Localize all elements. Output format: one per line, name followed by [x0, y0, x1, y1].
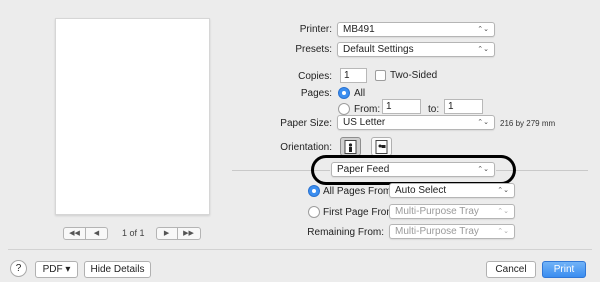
presets-value: Default Settings — [343, 44, 414, 55]
pages-to-label: to: — [428, 104, 440, 115]
last-page-icon: ▶▶ — [183, 229, 194, 237]
landscape-icon — [375, 139, 388, 154]
copies-label: Copies: — [298, 71, 332, 82]
section-separator-inner-right — [496, 170, 506, 171]
pdf-menu-button[interactable]: PDF ▾ — [35, 261, 78, 278]
previous-page-button[interactable]: ◀ — [86, 226, 108, 240]
first-page-button[interactable]: ◀◀ — [63, 226, 86, 240]
all-pages-from-popup[interactable]: Auto Select ⌃⌄ — [389, 183, 515, 198]
popup-arrows-icon: ⌃⌄ — [477, 118, 489, 126]
bottom-separator — [8, 249, 592, 250]
presets-label: Presets: — [295, 44, 332, 55]
orientation-label: Orientation: — [280, 142, 332, 153]
popup-arrows-icon: ⌃⌄ — [497, 207, 509, 215]
hide-details-button[interactable]: Hide Details — [84, 261, 151, 278]
popup-arrows-icon: ⌃⌄ — [477, 165, 489, 173]
first-page-from-label: First Page From: — [323, 207, 398, 218]
section-separator-inner-left — [318, 170, 330, 171]
popup-arrows-icon: ⌃⌄ — [497, 227, 509, 235]
copies-field[interactable]: 1 — [340, 68, 367, 83]
pages-from-field[interactable]: 1 — [382, 99, 421, 114]
portrait-icon — [344, 139, 357, 154]
two-sided-checkbox[interactable] — [375, 70, 386, 81]
printer-popup[interactable]: MB491 ⌃⌄ — [337, 22, 495, 37]
printer-value: MB491 — [343, 24, 375, 35]
landscape-button[interactable] — [371, 137, 392, 156]
section-separator-left — [232, 170, 318, 171]
printer-label: Printer: — [299, 24, 332, 35]
presets-popup[interactable]: Default Settings ⌃⌄ — [337, 42, 495, 57]
popup-arrows-icon: ⌃⌄ — [497, 186, 509, 194]
first-page-from-value: Multi-Purpose Tray — [395, 206, 479, 217]
popup-arrows-icon: ⌃⌄ — [477, 25, 489, 33]
pages-from-label: From: — [354, 104, 381, 115]
paper-size-popup[interactable]: US Letter ⌃⌄ — [337, 115, 495, 130]
cancel-button[interactable]: Cancel — [486, 261, 536, 278]
help-icon: ? — [15, 263, 22, 274]
first-page-from-popup[interactable]: Multi-Purpose Tray ⌃⌄ — [389, 204, 515, 219]
remaining-from-label: Remaining From: — [307, 227, 384, 238]
print-button[interactable]: Print — [542, 261, 586, 278]
remaining-from-value: Multi-Purpose Tray — [395, 226, 479, 237]
page-indicator: 1 of 1 — [122, 228, 145, 238]
pages-label: Pages: — [300, 88, 332, 99]
pages-all-label: All — [354, 88, 366, 99]
all-pages-from-label: All Pages From: — [323, 186, 395, 197]
pages-from-radio[interactable] — [338, 103, 350, 115]
all-pages-from-value: Auto Select — [395, 185, 447, 196]
previous-page-icon: ◀ — [93, 229, 100, 237]
section-popup[interactable]: Paper Feed ⌃⌄ — [331, 162, 495, 177]
first-page-icon: ◀◀ — [69, 229, 80, 237]
paper-dimensions: 216 by 279 mm — [500, 119, 556, 128]
pages-all-radio[interactable] — [338, 87, 350, 99]
preview-pager: ◀◀ ◀ 1 of 1 ▶ ▶▶ — [63, 226, 201, 240]
next-page-icon: ▶ — [163, 229, 170, 237]
popup-arrows-icon: ⌃⌄ — [477, 45, 489, 53]
paper-size-value: US Letter — [343, 117, 386, 128]
next-page-button[interactable]: ▶ — [155, 226, 178, 240]
first-page-from-radio[interactable] — [308, 206, 320, 218]
page-preview — [55, 18, 210, 215]
last-page-button[interactable]: ▶▶ — [177, 226, 201, 240]
paper-size-label: Paper Size: — [280, 118, 332, 129]
pages-to-field[interactable]: 1 — [444, 99, 483, 114]
all-pages-from-radio[interactable] — [308, 185, 320, 197]
help-button[interactable]: ? — [10, 260, 27, 277]
section-popup-value: Paper Feed — [337, 164, 390, 175]
remaining-from-popup[interactable]: Multi-Purpose Tray ⌃⌄ — [389, 224, 515, 239]
two-sided-label: Two-Sided — [390, 70, 438, 81]
portrait-button[interactable] — [340, 137, 361, 156]
